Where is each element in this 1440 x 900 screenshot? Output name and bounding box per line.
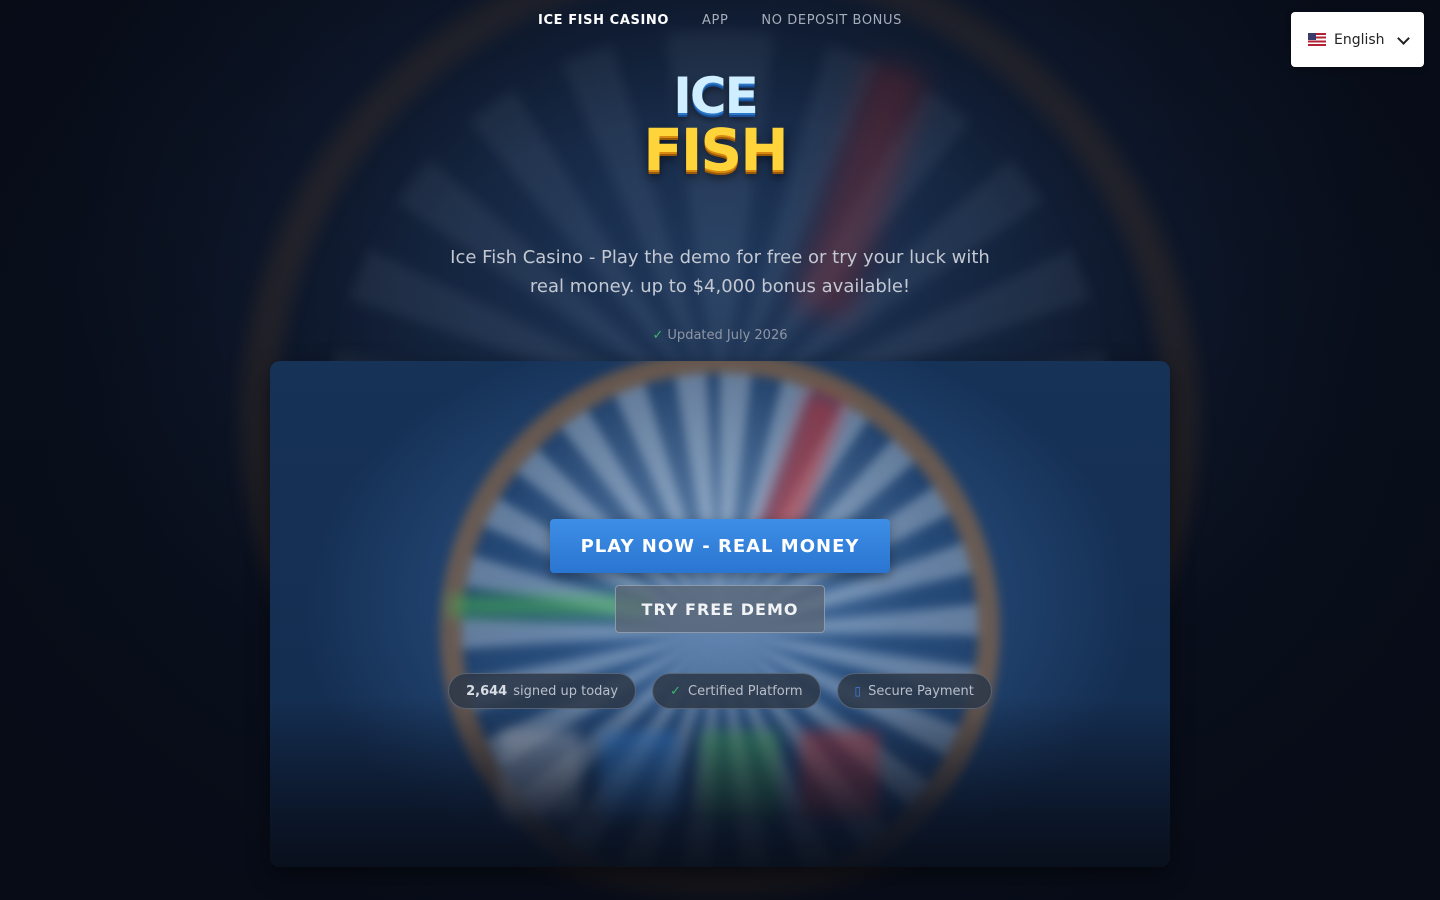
- page-subtitle: Ice Fish Casino - Play the demo for free…: [450, 247, 990, 297]
- try-free-demo-button[interactable]: TRY FREE DEMO: [615, 585, 825, 633]
- check-icon: ✓: [652, 328, 664, 343]
- hero-card: PLAY NOW - REAL MONEY TRY FREE DEMO 2,64…: [270, 361, 1170, 867]
- logo-line-ice: ICE: [673, 67, 758, 125]
- nav-item-ice-fish-casino[interactable]: ICE FISH CASINO: [538, 13, 669, 28]
- updated-text: Updated July 2026: [667, 328, 788, 343]
- certified-text: Certified Platform: [688, 683, 803, 699]
- nav-item-no-deposit-bonus[interactable]: NO DEPOSIT BONUS: [761, 13, 902, 28]
- secure-payment-text: Secure Payment: [868, 683, 974, 699]
- ice-fish-logo: ICE FISH: [630, 70, 800, 180]
- signups-badge: 2,644 signed up today: [448, 673, 637, 709]
- certified-badge: ✓ Certified Platform: [652, 673, 821, 709]
- hero-bottom-fade: [270, 697, 1170, 867]
- lock-icon: ▯: [854, 684, 862, 698]
- language-label: English: [1334, 31, 1385, 48]
- chevron-down-icon: [1397, 32, 1410, 45]
- check-icon: ✓: [670, 683, 681, 699]
- signups-text: signed up today: [513, 683, 619, 699]
- secure-payment-badge: ▯ Secure Payment: [836, 673, 992, 709]
- top-nav: ICE FISH CASINO APP NO DEPOSIT BONUS: [0, 0, 1440, 40]
- logo-line-fish: FISH: [643, 116, 789, 184]
- updated-notice: ✓ Updated July 2026: [620, 328, 820, 343]
- nav-item-app[interactable]: APP: [702, 13, 728, 28]
- play-real-money-button[interactable]: PLAY NOW - REAL MONEY: [550, 519, 890, 573]
- signups-count: 2,644: [466, 683, 508, 699]
- us-flag-icon: [1308, 33, 1326, 46]
- language-selector[interactable]: English: [1291, 12, 1424, 67]
- trust-badges: 2,644 signed up today ✓ Certified Platfo…: [270, 673, 1170, 709]
